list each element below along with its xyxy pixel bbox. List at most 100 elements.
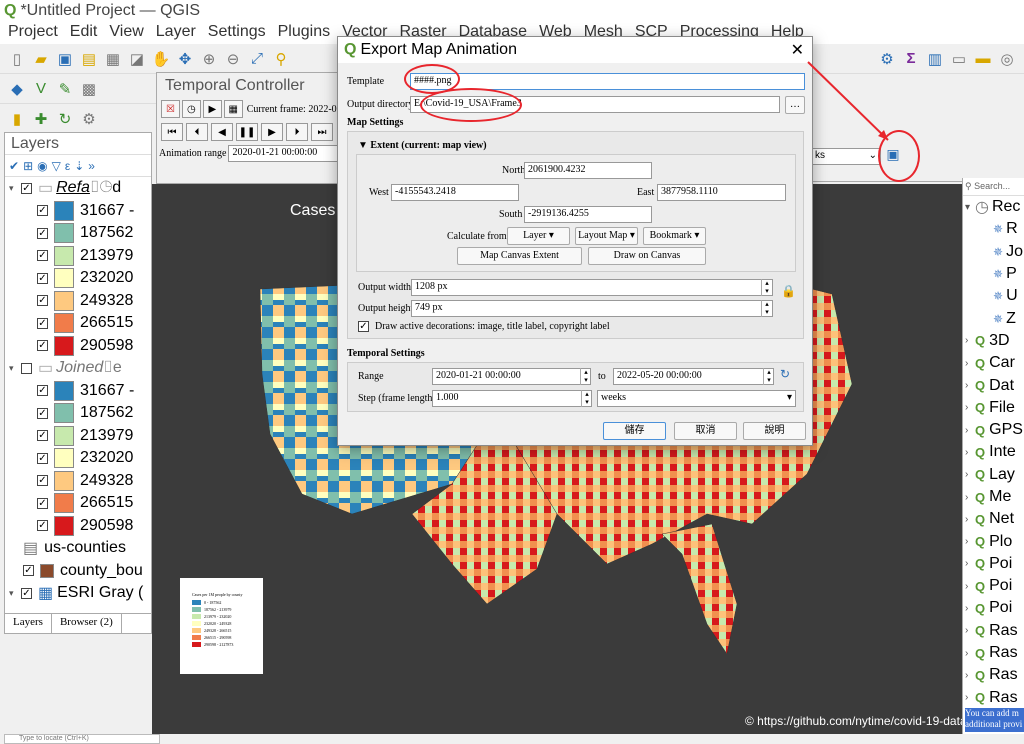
bookmark-button[interactable]: Bookmark ▾ xyxy=(643,227,706,245)
checkbox-checked-icon[interactable]: ✓ xyxy=(21,182,32,194)
play-backward-icon[interactable]: ◀ xyxy=(211,123,233,141)
save-button[interactable]: 儲存 xyxy=(603,422,666,440)
browser-item[interactable]: › Q Poi xyxy=(963,553,1024,575)
add-group-icon[interactable]: ⊞ xyxy=(23,159,33,173)
range-end-input[interactable]: 2022-05-20 00:00:00 xyxy=(613,368,774,385)
checkbox-checked-icon[interactable]: ✓ xyxy=(37,430,48,442)
browser-item[interactable]: ✵ Jo xyxy=(963,241,1024,263)
step-unit-select[interactable]: weeks ▾ xyxy=(597,390,796,407)
browser-item[interactable]: › Q Poi xyxy=(963,575,1024,597)
legend-class-0[interactable]: ✓ 31667 - xyxy=(9,200,151,223)
play-forward-icon[interactable]: ▶ xyxy=(261,123,283,141)
settings-icon[interactable]: ⚙ xyxy=(78,108,100,130)
checkbox-checked-icon[interactable]: ✓ xyxy=(37,385,48,397)
next-frame-icon[interactable]: ⏵ xyxy=(286,123,308,141)
legend-class-5[interactable]: ✓ 266515 xyxy=(9,312,151,335)
browse-button[interactable]: … xyxy=(785,96,805,114)
previous-frame-icon[interactable]: ⏴ xyxy=(186,123,208,141)
checkbox-checked-icon[interactable]: ✓ xyxy=(37,317,48,329)
open-project-icon[interactable]: ▰ xyxy=(30,48,52,70)
layer-county-boundaries[interactable]: ✓ county_bou xyxy=(9,560,151,583)
output-width-spinner[interactable]: ▴ ▾ xyxy=(761,279,772,296)
python-icon[interactable]: ▮ xyxy=(6,108,28,130)
legend-class-joined-1[interactable]: ✓ 187562 xyxy=(9,402,151,425)
temporal-step-unit-select[interactable]: ks ⌄ xyxy=(811,148,881,165)
processing-toolbox-icon[interactable]: ⚙ xyxy=(876,48,898,70)
more-icon[interactable]: » xyxy=(88,159,95,173)
checkbox-checked-icon[interactable]: ✓ xyxy=(37,497,48,509)
new-layout-icon[interactable]: ▤ xyxy=(78,48,100,70)
fixed-range-icon[interactable]: ◷ xyxy=(181,100,201,118)
range-start-input[interactable]: 2020-01-21 00:00:00 xyxy=(432,368,591,385)
cancel-button[interactable]: 取消 xyxy=(674,422,737,440)
attribute-table-icon[interactable]: ▥ xyxy=(924,48,946,70)
north-input[interactable]: 2061900.4232 xyxy=(524,162,652,179)
refresh-range-icon[interactable]: ↻ xyxy=(780,367,790,382)
browser-item[interactable]: ▾ ◷ Rec xyxy=(963,196,1024,218)
browser-item[interactable]: › Q Ras xyxy=(963,687,1024,709)
browser-item[interactable]: › Q File xyxy=(963,397,1024,419)
legend-class-1[interactable]: ✓ 187562 xyxy=(9,222,151,245)
movie-icon[interactable]: ▦ xyxy=(223,100,243,118)
filter-expression-icon[interactable]: ε xyxy=(65,159,70,173)
output-height-spinner[interactable]: ▴ ▾ xyxy=(761,300,772,317)
browser-item[interactable]: › Q Dat xyxy=(963,374,1024,396)
south-input[interactable]: -2919136.4255 xyxy=(524,206,652,223)
style-manager-icon[interactable]: ◪ xyxy=(126,48,148,70)
pan-icon[interactable]: ✋ xyxy=(150,48,172,70)
zoom-out-icon[interactable]: ⊖ xyxy=(222,48,244,70)
browser-item[interactable]: › Q Ras xyxy=(963,642,1024,664)
browser-item[interactable]: › Q Plo xyxy=(963,530,1024,552)
layer-group-joined[interactable]: ▾ ▭ Joined ⌷ e xyxy=(9,357,151,380)
extent-group-title[interactable]: ▼ Extent (current: map view) xyxy=(358,140,487,151)
checkbox-checked-icon[interactable]: ✓ xyxy=(37,452,48,464)
draw-decorations-checkbox[interactable]: ✓ Draw active decorations: image, title l… xyxy=(358,321,610,332)
checkbox-unchecked-icon[interactable] xyxy=(21,362,32,374)
style-layer-icon[interactable]: ✔ xyxy=(9,159,19,173)
expand-arrow-icon[interactable]: ▾ xyxy=(9,588,19,599)
layer-us-counties[interactable]: ▤ us-counties xyxy=(9,537,151,560)
browser-item[interactable]: › Q Car xyxy=(963,352,1024,374)
output-height-input[interactable]: 749 px xyxy=(411,300,773,317)
checkbox-checked-icon[interactable]: ✓ xyxy=(37,475,48,487)
checkbox-checked-icon[interactable]: ✓ xyxy=(23,565,34,577)
menu-project[interactable]: Project xyxy=(0,22,62,41)
add-raster-icon[interactable]: ▩ xyxy=(78,78,100,100)
tab-layers[interactable]: Layers xyxy=(5,614,52,633)
checkbox-checked-icon[interactable]: ✓ xyxy=(37,295,48,307)
menu-edit[interactable]: Edit xyxy=(62,22,102,41)
rewind-to-start-icon[interactable]: ⏮ xyxy=(161,123,183,141)
browser-item[interactable]: › Q 3D xyxy=(963,330,1024,352)
menu-view[interactable]: View xyxy=(101,22,147,41)
legend-class-joined-5[interactable]: ✓ 266515 xyxy=(9,492,151,515)
expand-arrow-icon[interactable]: ▾ xyxy=(9,183,19,194)
browser-item[interactable]: › Q Ras xyxy=(963,620,1024,642)
legend-class-joined-3[interactable]: ✓ 232020 xyxy=(9,447,151,470)
browser-search-input[interactable]: ⚲ Search... xyxy=(963,178,1024,196)
menu-settings[interactable]: Settings xyxy=(200,22,270,41)
pause-icon[interactable]: ❚❚ xyxy=(236,123,258,141)
menu-plugins[interactable]: Plugins xyxy=(270,22,334,41)
close-icon[interactable]: ✕ xyxy=(791,40,804,60)
pan-to-selection-icon[interactable]: ✥ xyxy=(174,48,196,70)
checkbox-checked-icon[interactable]: ✓ xyxy=(37,520,48,532)
east-input[interactable]: 3877958.1110 xyxy=(657,184,786,201)
layout-map-button[interactable]: Layout Map ▾ xyxy=(575,227,638,245)
browser-item[interactable]: › Q Net xyxy=(963,508,1024,530)
browser-item[interactable]: ✵ U xyxy=(963,285,1024,307)
browser-item[interactable]: › Q Me xyxy=(963,486,1024,508)
browser-item[interactable]: › Q Lay xyxy=(963,464,1024,486)
statistics-icon[interactable]: Σ xyxy=(900,48,922,70)
tab-browser[interactable]: Browser (2) xyxy=(52,614,122,633)
new-project-icon[interactable]: ▯ xyxy=(6,48,28,70)
browser-item[interactable]: ✵ R xyxy=(963,218,1024,240)
save-project-icon[interactable]: ▣ xyxy=(54,48,76,70)
animation-range-start-input[interactable]: 2020-01-21 00:00:00 xyxy=(228,145,339,162)
data-source-manager-icon[interactable]: ◆ xyxy=(6,78,28,100)
checkbox-checked-icon[interactable]: ✓ xyxy=(37,250,48,262)
browser-item[interactable]: › Q Poi xyxy=(963,597,1024,619)
legend-class-joined-2[interactable]: ✓ 213979 xyxy=(9,425,151,448)
expand-arrow-icon[interactable]: ▾ xyxy=(9,363,19,374)
add-vector-icon[interactable]: V xyxy=(30,78,52,100)
browser-item[interactable]: › Q Ras xyxy=(963,664,1024,686)
